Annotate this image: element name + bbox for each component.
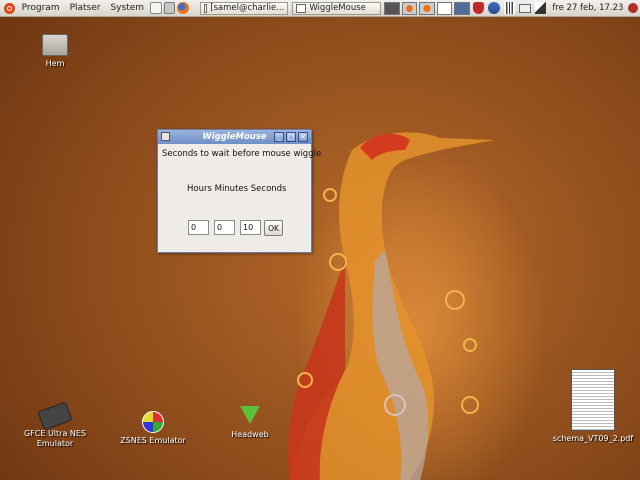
menu-platser[interactable]: Platser — [65, 3, 106, 13]
mail-icon[interactable] — [519, 3, 531, 13]
firefox-icon[interactable] — [177, 2, 189, 14]
wait-prompt-label: Seconds to wait before mouse wiggle — [162, 149, 322, 159]
desktop-icon-zsnes[interactable]: ZSNES Emulator — [115, 411, 191, 446]
workspace-4[interactable] — [436, 1, 453, 15]
ok-button[interactable]: OK — [264, 220, 283, 236]
text-editor-icon[interactable] — [150, 2, 162, 14]
window-icon — [296, 3, 307, 13]
taskbar-terminal[interactable]: [samel@charlie... — [199, 1, 289, 15]
minimize-button[interactable]: _ — [274, 132, 284, 142]
minutes-input[interactable] — [214, 220, 235, 235]
desktop-icon-home-label: Hem — [45, 59, 65, 68]
menu-system[interactable]: System — [105, 3, 149, 13]
screenshot-icon[interactable] — [163, 2, 176, 14]
close-button[interactable]: × — [298, 132, 308, 142]
desktop-icon-headweb[interactable]: Headweb — [225, 406, 275, 440]
desktop-icon-pdf-label: schema_VT09_2.pdf — [552, 434, 634, 443]
desktop-icon-gfce-label: GFCE Ultra NES Emulator — [23, 429, 87, 448]
taskbar-wigglemouse[interactable]: WiggleMouse — [292, 1, 382, 15]
app-menu-icon[interactable] — [161, 132, 170, 141]
nes-controller-icon — [37, 401, 73, 431]
hours-input[interactable] — [188, 220, 209, 235]
workspace-2[interactable] — [401, 1, 418, 15]
taskbar-terminal-label: [samel@charlie... — [210, 3, 285, 13]
network-icon[interactable] — [488, 2, 500, 14]
seconds-input[interactable] — [240, 220, 261, 235]
taskbar-wigglemouse-label: WiggleMouse — [309, 3, 366, 13]
menu-program[interactable]: Program — [17, 3, 65, 13]
maximize-button[interactable]: □ — [286, 132, 296, 142]
desktop-icon-pdf[interactable]: schema_VT09_2.pdf — [548, 369, 638, 444]
zsnes-icon — [142, 411, 164, 433]
desktop-icon-home[interactable]: Hem — [32, 34, 78, 69]
wallpaper-heron — [288, 132, 495, 480]
clock[interactable]: fre 27 feb, 17.23 — [552, 3, 623, 13]
folder-home-icon — [42, 34, 68, 56]
volume-icon[interactable] — [534, 2, 547, 14]
desktop-icon-gfce[interactable]: GFCE Ultra NES Emulator — [20, 401, 90, 449]
signal-icon[interactable] — [503, 2, 516, 14]
wigglemouse-window: WiggleMouse _ □ × Seconds to wait before… — [157, 129, 321, 253]
power-icon[interactable] — [628, 3, 639, 13]
workspace-3[interactable] — [419, 1, 435, 15]
top-panel: Program Platser System [samel@charlie...… — [0, 0, 640, 17]
pdf-document-icon — [571, 369, 615, 431]
ubuntu-logo-icon[interactable] — [4, 2, 15, 14]
download-arrow-icon — [240, 406, 260, 424]
workspace-5[interactable] — [454, 1, 470, 15]
window-title: WiggleMouse — [202, 132, 267, 142]
desktop-icon-zsnes-label: ZSNES Emulator — [120, 436, 186, 445]
update-shield-icon[interactable] — [472, 2, 485, 14]
desktop-icon-headweb-label: Headweb — [231, 430, 269, 439]
window-icon — [203, 3, 208, 13]
workspace-1[interactable] — [384, 1, 400, 15]
time-units-label: Hours Minutes Seconds — [187, 184, 287, 194]
window-titlebar[interactable]: WiggleMouse _ □ × — [158, 130, 311, 144]
